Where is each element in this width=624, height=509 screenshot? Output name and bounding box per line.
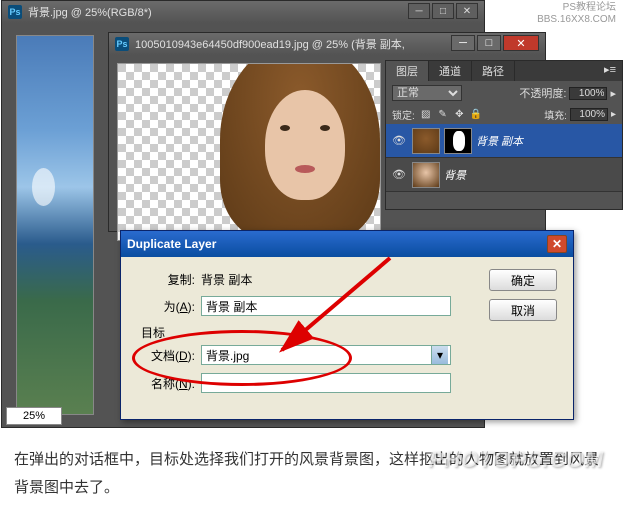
close-button[interactable]: ✕	[456, 3, 478, 19]
close-button[interactable]: ✕	[503, 35, 539, 51]
portrait-image	[210, 63, 381, 241]
fill-label: 填充:	[544, 107, 567, 122]
duplicate-layer-dialog: Duplicate Layer ✕ 确定 取消 复制: 背景 副本 为(A): …	[120, 230, 574, 420]
visibility-icon[interactable]: 👁	[390, 132, 408, 150]
tab-channels[interactable]: 通道	[429, 61, 472, 81]
duplicate-value: 背景 副本	[201, 271, 252, 288]
chevron-icon[interactable]: ▸	[611, 109, 616, 120]
lock-pixels-icon[interactable]: ✎	[436, 109, 450, 120]
lock-transparency-icon[interactable]: ▨	[419, 109, 433, 120]
document-label: 文档(D):	[137, 347, 195, 364]
as-input[interactable]	[201, 296, 451, 316]
mask-thumbnail[interactable]	[444, 128, 472, 154]
minimize-button[interactable]: ─	[451, 35, 475, 51]
window2-titlebar[interactable]: Ps 1005010943e64450df900ead19.jpg @ 25% …	[109, 33, 545, 55]
maximize-button[interactable]: □	[477, 35, 501, 51]
name-label: 名称(N):	[137, 375, 195, 392]
watermark-text: PS教程论坛 BBS.16XX8.COM	[537, 2, 616, 26]
dialog-title-text: Duplicate Layer	[127, 237, 216, 251]
lock-label: 锁定:	[392, 107, 415, 122]
minimize-button[interactable]: ─	[408, 3, 430, 19]
ok-button[interactable]: 确定	[489, 269, 557, 291]
layer-thumbnail[interactable]	[412, 162, 440, 188]
layer-name[interactable]: 背景 副本	[476, 133, 523, 149]
lock-all-icon[interactable]: 🔒	[469, 109, 483, 120]
window1-titlebar[interactable]: Ps 背景.jpg @ 25%(RGB/8*) ─ □ ✕	[2, 1, 484, 23]
dialog-titlebar[interactable]: Duplicate Layer ✕	[121, 231, 573, 257]
landscape-image	[16, 35, 94, 415]
watermark-photops: PHOTOPS.COM	[428, 447, 604, 473]
name-input[interactable]	[201, 373, 451, 393]
opacity-label: 不透明度:	[519, 85, 566, 101]
window1-title-text: 背景.jpg @ 25%(RGB/8*)	[28, 4, 152, 20]
document-select[interactable]: 背景.jpg	[201, 345, 451, 365]
layer-item[interactable]: 👁 背景	[386, 158, 622, 192]
opacity-input[interactable]	[569, 87, 607, 100]
photoshop-icon: Ps	[8, 5, 22, 19]
dialog-close-button[interactable]: ✕	[547, 235, 567, 253]
fill-input[interactable]	[570, 108, 608, 121]
photoshop-icon: Ps	[115, 37, 129, 51]
layer-name[interactable]: 背景	[444, 167, 466, 183]
visibility-icon[interactable]: 👁	[390, 166, 408, 184]
tab-layers[interactable]: 图层	[386, 61, 429, 81]
as-label: 为(A):	[137, 298, 195, 315]
layers-panel: 图层 通道 路径 ▸≡ 正常 不透明度: ▸ 锁定: ▨ ✎ ✥ 🔒 填充: ▸…	[385, 60, 623, 210]
zoom-display[interactable]: 25%	[6, 407, 62, 425]
layer-thumbnail[interactable]	[412, 128, 440, 154]
cancel-button[interactable]: 取消	[489, 299, 557, 321]
lock-position-icon[interactable]: ✥	[452, 109, 466, 120]
chevron-icon[interactable]: ▸	[610, 87, 616, 100]
canvas[interactable]	[117, 63, 381, 241]
target-group-label: 目标	[141, 324, 557, 341]
blend-mode-select[interactable]: 正常	[392, 85, 462, 101]
tab-paths[interactable]: 路径	[472, 61, 515, 81]
maximize-button[interactable]: □	[432, 3, 454, 19]
duplicate-label: 复制:	[137, 271, 195, 288]
panel-menu-icon[interactable]: ▸≡	[598, 61, 622, 81]
window2-title-text: 1005010943e64450df900ead19.jpg @ 25% (背景…	[135, 36, 405, 52]
layer-item[interactable]: 👁 背景 副本	[386, 124, 622, 158]
